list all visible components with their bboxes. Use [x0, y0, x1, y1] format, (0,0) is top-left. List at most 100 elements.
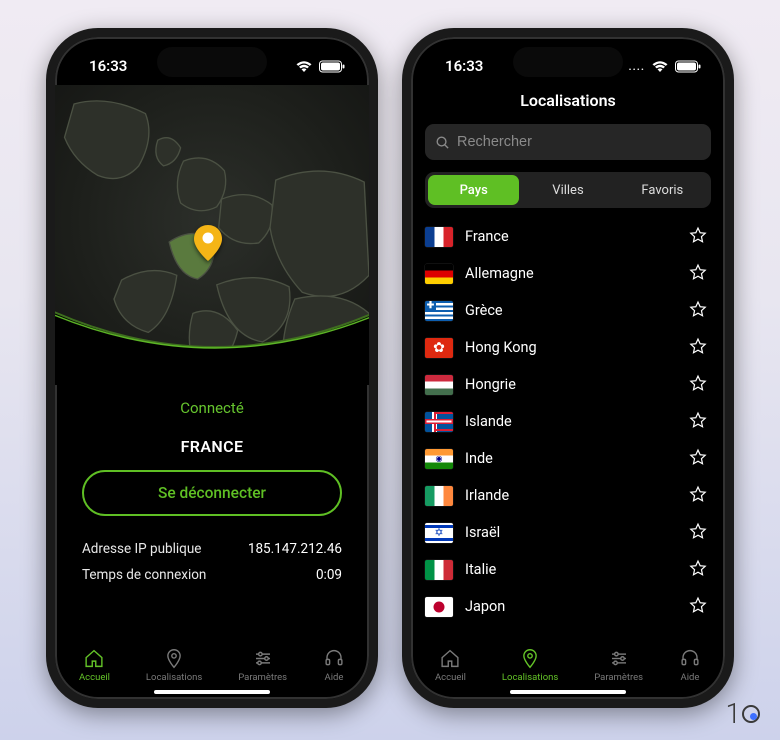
phone-locations: 16:33 .... Localisations Pays Villes Fav… — [402, 28, 734, 708]
segment-favorites[interactable]: Favoris — [617, 175, 708, 205]
map-pin-icon — [193, 225, 223, 261]
duration-value: 0:09 — [316, 567, 342, 583]
pin-icon — [519, 648, 541, 669]
country-name: Hongrie — [465, 376, 677, 393]
country-row-de[interactable]: Allemagne — [411, 255, 725, 292]
country-row-is[interactable]: Islande — [411, 403, 725, 440]
status-icons — [295, 60, 345, 73]
tab-home[interactable]: Accueil — [435, 648, 466, 683]
flag-gr-icon — [425, 301, 453, 321]
sliders-icon — [252, 648, 274, 669]
pin-icon — [163, 648, 185, 669]
favorite-star-icon[interactable] — [689, 522, 707, 544]
country-name: Israël — [465, 524, 677, 541]
map[interactable] — [55, 85, 369, 385]
country-name: Hong Kong — [465, 339, 677, 356]
ip-row: Adresse IP publique 185.147.212.46 — [82, 536, 342, 562]
flag-it-icon — [425, 560, 453, 580]
home-icon — [83, 648, 105, 669]
favorite-star-icon[interactable] — [689, 337, 707, 359]
favorite-star-icon[interactable] — [689, 596, 707, 618]
country-row-it[interactable]: Italie — [411, 551, 725, 588]
search-input[interactable] — [457, 134, 701, 150]
country-row-gr[interactable]: Grèce — [411, 292, 725, 329]
flag-jp-icon — [425, 597, 453, 617]
country-row-ie[interactable]: Irlande — [411, 477, 725, 514]
favorite-star-icon[interactable] — [689, 411, 707, 433]
country-row-hu[interactable]: Hongrie — [411, 366, 725, 403]
home-icon — [439, 648, 461, 669]
map-arc — [55, 283, 369, 385]
headset-icon — [323, 648, 345, 669]
home-content: Connecté FRANCE Se déconnecter Adresse I… — [55, 85, 369, 699]
country-name: Italie — [465, 561, 677, 578]
flag-hu-icon — [425, 375, 453, 395]
brand-dot-icon — [742, 705, 760, 723]
country-row-hk[interactable]: Hong Kong — [411, 329, 725, 366]
favorite-star-icon[interactable] — [689, 300, 707, 322]
flag-fr-icon — [425, 227, 453, 247]
segment-countries[interactable]: Pays — [428, 175, 519, 205]
notch — [157, 47, 267, 77]
battery-icon — [319, 60, 345, 73]
tab-settings[interactable]: Paramètres — [238, 648, 287, 683]
signal-dots: .... — [628, 60, 645, 73]
tab-locations[interactable]: Localisations — [502, 648, 558, 683]
country-name: Grèce — [465, 302, 677, 319]
search-icon — [435, 135, 450, 150]
flag-is-icon — [425, 412, 453, 432]
home-indicator[interactable] — [154, 690, 270, 694]
segment-control: Pays Villes Favoris — [425, 172, 711, 208]
country-name: France — [465, 228, 677, 245]
ip-value: 185.147.212.46 — [248, 541, 342, 557]
tab-settings[interactable]: Paramètres — [594, 648, 643, 683]
favorite-star-icon[interactable] — [689, 226, 707, 248]
country-row-in[interactable]: Inde — [411, 440, 725, 477]
wifi-icon — [295, 60, 313, 73]
favorite-star-icon[interactable] — [689, 485, 707, 507]
favorite-star-icon[interactable] — [689, 559, 707, 581]
tab-home[interactable]: Accueil — [79, 648, 110, 683]
duration-label: Temps de connexion — [82, 567, 206, 583]
home-indicator[interactable] — [510, 690, 626, 694]
page-title: Localisations — [411, 85, 725, 124]
connection-info: Connecté FRANCE Se déconnecter Adresse I… — [55, 385, 369, 635]
favorite-star-icon[interactable] — [689, 448, 707, 470]
tab-help[interactable]: Aide — [679, 648, 701, 683]
status-icons: .... — [628, 60, 701, 73]
flag-il-icon — [425, 523, 453, 543]
ip-label: Adresse IP publique — [82, 541, 201, 557]
country-name: Islande — [465, 413, 677, 430]
wifi-icon — [651, 60, 669, 73]
sliders-icon — [608, 648, 630, 669]
connected-country: FRANCE — [181, 437, 244, 456]
flag-in-icon — [425, 449, 453, 469]
flag-hk-icon — [425, 338, 453, 358]
flag-ie-icon — [425, 486, 453, 506]
disconnect-button[interactable]: Se déconnecter — [82, 470, 342, 516]
country-row-jp[interactable]: Japon — [411, 588, 725, 625]
locations-content: Localisations Pays Villes Favoris France… — [411, 85, 725, 699]
clock: 16:33 — [89, 57, 127, 75]
country-row-fr[interactable]: France — [411, 218, 725, 255]
tab-help[interactable]: Aide — [323, 648, 345, 683]
favorite-star-icon[interactable] — [689, 263, 707, 285]
phone-home: 16:33 — [46, 28, 378, 708]
headset-icon — [679, 648, 701, 669]
country-list[interactable]: France Allemagne Grèce Hong Kong Hongrie Isla… — [411, 218, 725, 635]
country-name: Japon — [465, 598, 677, 615]
notch — [513, 47, 623, 77]
battery-icon — [675, 60, 701, 73]
country-name: Irlande — [465, 487, 677, 504]
clock: 16:33 — [445, 57, 483, 75]
search-bar[interactable] — [425, 124, 711, 160]
favorite-star-icon[interactable] — [689, 374, 707, 396]
tab-locations[interactable]: Localisations — [146, 648, 202, 683]
connection-status: Connecté — [180, 399, 244, 417]
duration-row: Temps de connexion 0:09 — [82, 562, 342, 588]
segment-cities[interactable]: Villes — [522, 175, 613, 205]
flag-de-icon — [425, 264, 453, 284]
country-name: Allemagne — [465, 265, 677, 282]
country-name: Inde — [465, 450, 677, 467]
country-row-il[interactable]: Israël — [411, 514, 725, 551]
